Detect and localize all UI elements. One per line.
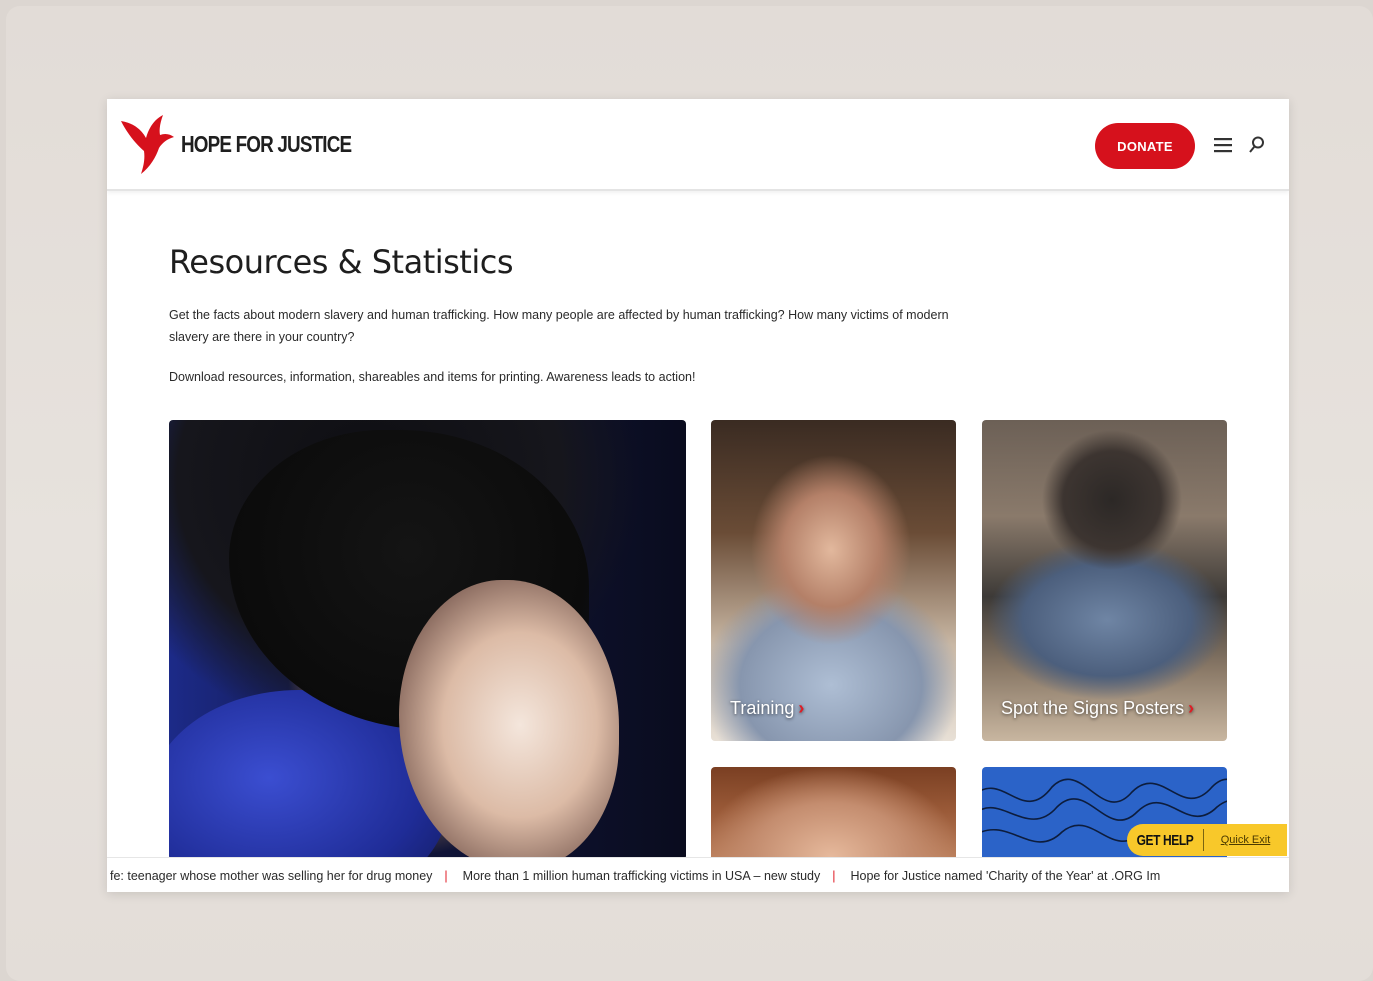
training-card-label: Training › xyxy=(730,698,805,718)
get-help-button[interactable]: GET HELP xyxy=(1135,832,1196,849)
ticker-separator: | xyxy=(444,868,448,883)
quick-exit-link[interactable]: Quick Exit xyxy=(1204,834,1287,846)
site-header: HOPE FOR JUSTICE DONATE xyxy=(107,99,1289,191)
intro-text-secondary: Download resources, information, shareab… xyxy=(169,370,696,384)
hamburger-menu-icon[interactable] xyxy=(1214,137,1232,153)
news-ticker: fe: teenager whose mother was selling he… xyxy=(107,857,1289,892)
bird-logo-icon xyxy=(121,115,174,174)
image-face xyxy=(399,580,619,860)
ticker-item[interactable]: Hope for Justice named 'Charity of the Y… xyxy=(847,869,1160,883)
ticker-item[interactable]: fe: teenager whose mother was selling he… xyxy=(107,869,432,883)
ticker-separator: | xyxy=(832,868,836,883)
page-title: Resources & Statistics xyxy=(169,243,514,281)
intro-text: Get the facts about modern slavery and h… xyxy=(169,308,949,344)
ticker-item[interactable]: More than 1 million human trafficking vi… xyxy=(460,869,821,883)
posters-card-label: Spot the Signs Posters › xyxy=(1001,698,1195,718)
get-help-widget: GET HELP Quick Exit xyxy=(1127,824,1287,856)
site-logo[interactable]: HOPE FOR JUSTICE xyxy=(119,113,389,175)
browser-window: HOPE FOR JUSTICE DONATE Resources & Stat… xyxy=(107,99,1289,892)
donate-button[interactable]: DONATE xyxy=(1095,123,1195,169)
chevron-right-icon: › xyxy=(1188,698,1195,718)
search-icon[interactable] xyxy=(1249,136,1265,154)
spot-the-signs-card[interactable]: Spot the Signs Posters › xyxy=(982,420,1227,741)
featured-card-image[interactable] xyxy=(169,420,686,860)
brand-name: HOPE FOR JUSTICE xyxy=(181,130,352,157)
training-card[interactable]: Training › xyxy=(711,420,956,741)
chevron-right-icon: › xyxy=(798,698,805,718)
